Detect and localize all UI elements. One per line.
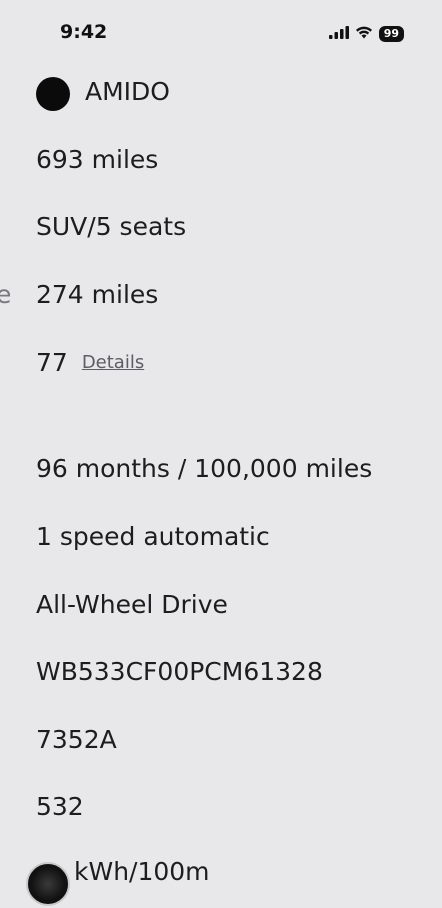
wifi-icon [355,24,373,43]
signal-icon [328,24,349,43]
status-time: 9:42 [60,21,108,43]
vehicle-miles: 274 miles [36,280,159,309]
vehicle-score-row: 77 Details [36,348,144,377]
vehicle-score: 77 [36,348,68,377]
vehicle-efficiency: kWh/100m [74,857,210,886]
partial-label: e [0,280,12,309]
make-color-dot [36,77,70,111]
screen: 9:42 99 AMIDO 693 miles SUV/5 seats e 27… [0,0,442,908]
vehicle-body: SUV/5 seats [36,212,187,241]
vehicle-code: 532 [36,792,84,821]
status-icons: 99 [328,24,404,43]
vehicle-vin: WB533CF00PCM61328 [36,657,323,686]
vehicle-drivetrain: All-Wheel Drive [36,590,228,619]
battery-icon: 99 [378,25,404,42]
status-bar: 9:42 99 [0,0,442,62]
vehicle-make: AMIDO [85,77,170,106]
vehicle-warranty: 96 months / 100,000 miles [36,454,373,483]
assistant-avatar-icon[interactable] [26,862,70,906]
details-link[interactable]: Details [82,352,144,373]
vehicle-transmission: 1 speed automatic [36,522,270,551]
vehicle-stock: 7352A [36,725,117,754]
vehicle-range: 693 miles [36,145,159,174]
